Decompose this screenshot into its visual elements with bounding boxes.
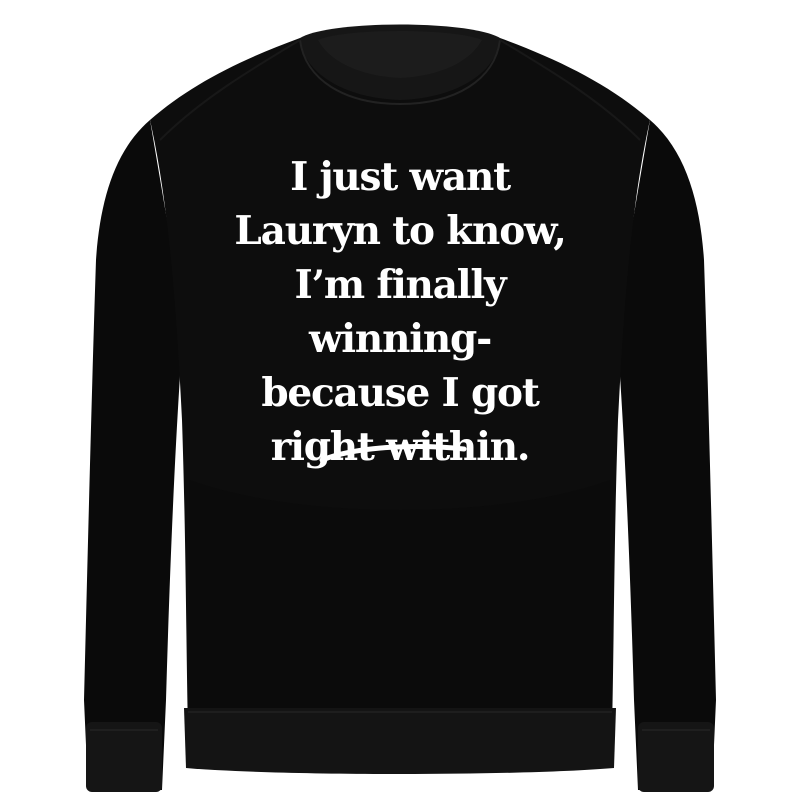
- quote-line-2: Lauryn to know,: [234, 208, 566, 254]
- quote-line-4: winning-: [308, 316, 492, 362]
- right-cuff: [638, 722, 714, 792]
- underline-swoosh: [319, 444, 467, 463]
- left-cuff: [86, 722, 162, 792]
- quote-line-3: I’m finally: [294, 262, 507, 308]
- body-shading: [188, 480, 612, 730]
- quote-line-5: because I got: [261, 370, 540, 416]
- waistband: [184, 708, 616, 774]
- printed-quote: I just want Lauryn to know, I’m finally …: [180, 150, 620, 474]
- quote-line-1: I just want: [290, 154, 511, 200]
